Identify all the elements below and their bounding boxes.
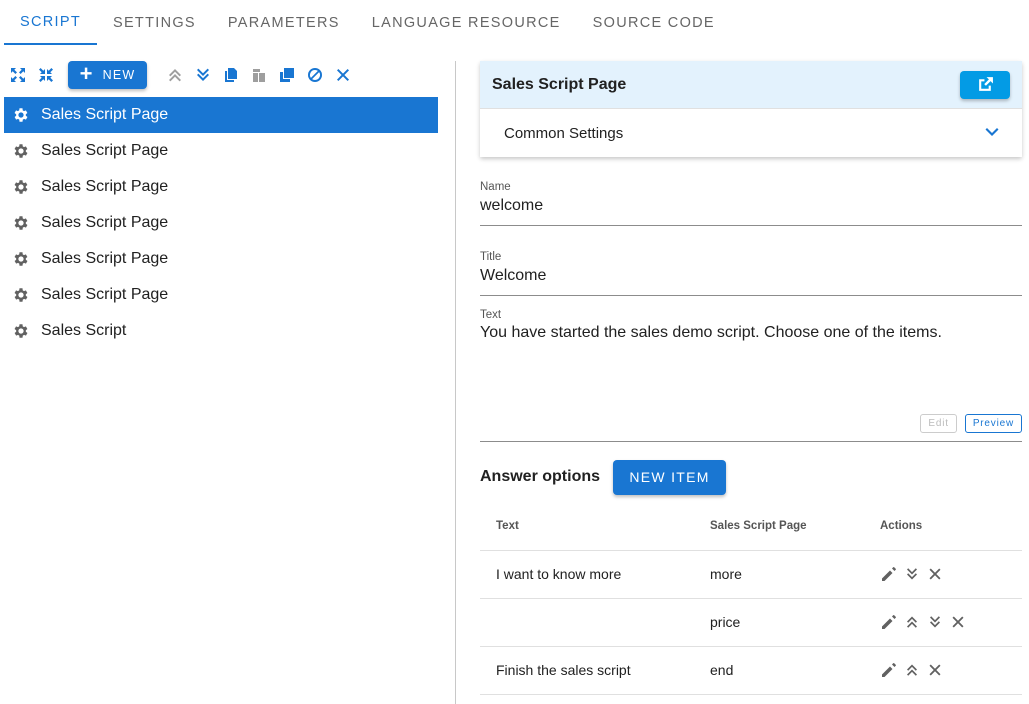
panel-header: Sales Script Page [480, 61, 1022, 108]
table-row: Finish the sales script end [480, 646, 1022, 695]
table-row: I want to know more more [480, 550, 1022, 599]
splitter[interactable] [455, 61, 456, 704]
row-actions [880, 613, 1022, 631]
plus-icon: + [79, 61, 94, 86]
move-up-icon[interactable] [903, 613, 921, 631]
row-actions [880, 661, 1022, 679]
delete-icon[interactable] [329, 61, 357, 89]
name-input[interactable]: welcome [480, 197, 1022, 215]
expand-icon[interactable] [4, 61, 32, 89]
external-link-icon [978, 77, 993, 91]
tree-item-label: Sales Script Page [41, 106, 169, 123]
text-field[interactable]: Text You have started the sales demo scr… [480, 309, 1022, 442]
move-down-icon[interactable] [926, 613, 944, 631]
gear-icon [12, 250, 30, 268]
move-up-icon[interactable] [161, 61, 189, 89]
title-input[interactable]: Welcome [480, 267, 1022, 285]
answer-text: Finish the sales script [480, 646, 694, 695]
pencil-icon[interactable] [880, 565, 898, 583]
tree-item[interactable]: Sales Script Page [4, 205, 438, 241]
text-mode-buttons: Edit Preview [920, 414, 1022, 433]
pencil-icon[interactable] [880, 613, 898, 631]
table-row: price [480, 598, 1022, 647]
text-textarea[interactable]: You have started the sales demo script. … [480, 324, 1022, 342]
title-label: Title [480, 251, 502, 263]
disable-icon[interactable] [301, 61, 329, 89]
common-settings-label: Common Settings [504, 124, 624, 142]
delete-icon[interactable] [949, 613, 967, 631]
answer-text: I want to know more [480, 550, 694, 599]
answer-page: more [694, 550, 864, 599]
tree-item[interactable]: Sales Script Page [4, 169, 438, 205]
tree-item-label: Sales Script [41, 322, 127, 339]
answer-page: price [694, 598, 864, 647]
tab-script[interactable]: Script [4, 0, 97, 45]
edit-button[interactable]: Edit [920, 414, 957, 433]
tree-item[interactable]: Sales Script Page [4, 277, 438, 313]
answer-page: end [694, 646, 864, 695]
copy-icon[interactable] [217, 61, 245, 89]
tab-language-resource[interactable]: Language Resource [356, 0, 577, 45]
tree-toolbar: + NEW [4, 61, 357, 89]
gear-icon [12, 286, 30, 304]
column-header-page: Sales Script Page [694, 503, 864, 551]
gear-icon [12, 106, 30, 124]
move-down-icon[interactable] [903, 565, 921, 583]
details-panel: Sales Script Page Common Settings [480, 61, 1022, 157]
new-button[interactable]: + NEW [68, 61, 147, 89]
preview-button[interactable]: Preview [964, 414, 1022, 433]
tree-item[interactable]: Sales Script Page [4, 133, 438, 169]
new-item-button[interactable]: NEW ITEM [613, 459, 727, 495]
open-external-button[interactable] [960, 70, 1010, 99]
row-actions [880, 565, 1022, 583]
gear-icon [12, 142, 30, 160]
common-settings-expander[interactable]: Common Settings [480, 108, 1022, 157]
answers-header: Answer options NEW ITEM [480, 459, 727, 495]
tree-item-label: Sales Script Page [41, 214, 169, 231]
gear-icon [12, 322, 30, 340]
paste-icon[interactable] [245, 61, 273, 89]
collapse-icon[interactable] [32, 61, 60, 89]
tree-item-label: Sales Script Page [41, 250, 169, 267]
name-label: Name [480, 181, 511, 193]
script-tree: Sales Script Page Sales Script Page Sale… [4, 97, 438, 349]
gear-icon [12, 178, 30, 196]
column-header-text: Text [480, 503, 694, 551]
tree-item[interactable]: Sales Script [4, 313, 438, 349]
move-down-icon[interactable] [189, 61, 217, 89]
tree-item[interactable]: Sales Script Page [4, 241, 438, 277]
gear-icon [12, 214, 30, 232]
move-up-icon[interactable] [903, 661, 921, 679]
answer-text [480, 598, 694, 647]
tree-item-label: Sales Script Page [41, 178, 169, 195]
tree-item-label: Sales Script Page [41, 142, 169, 159]
delete-icon[interactable] [926, 661, 944, 679]
table-header-row: Text Sales Script Page Actions [480, 503, 1022, 551]
name-field[interactable]: Name welcome [480, 181, 1022, 226]
panel-title: Sales Script Page [492, 75, 627, 93]
tab-source-code[interactable]: Source Code [577, 0, 731, 45]
duplicate-icon[interactable] [273, 61, 301, 89]
column-header-actions: Actions [864, 503, 1022, 551]
tab-parameters[interactable]: Parameters [212, 0, 356, 45]
chevron-down-icon [985, 128, 999, 136]
new-button-label: NEW [102, 68, 136, 82]
pencil-icon[interactable] [880, 661, 898, 679]
title-field[interactable]: Title Welcome [480, 251, 1022, 296]
answers-title: Answer options [480, 468, 601, 485]
tab-settings[interactable]: Settings [97, 0, 212, 45]
answers-table: Text Sales Script Page Actions I want to… [480, 503, 1022, 695]
text-label: Text [480, 309, 502, 321]
delete-icon[interactable] [926, 565, 944, 583]
tab-bar: Script Settings Parameters Language Reso… [4, 0, 731, 45]
tree-item[interactable]: Sales Script Page [4, 97, 438, 133]
tree-item-label: Sales Script Page [41, 286, 169, 303]
